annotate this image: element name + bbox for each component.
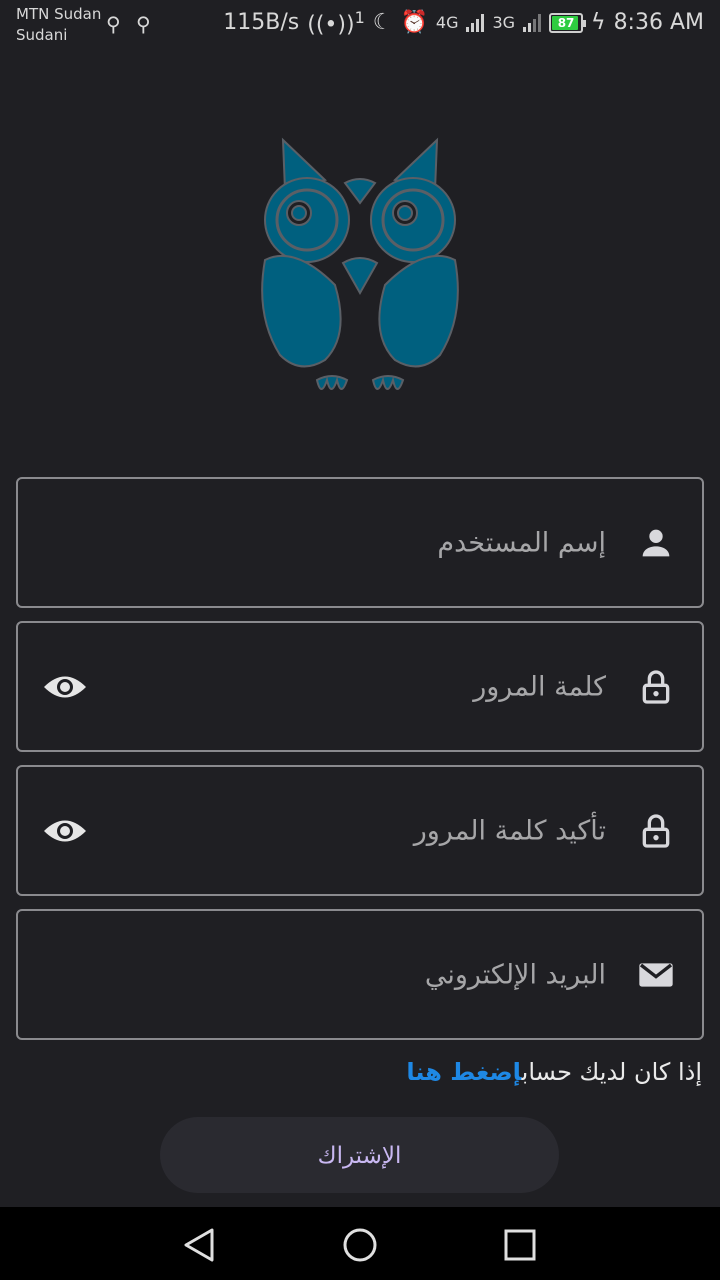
navigation-bar [0, 1207, 720, 1280]
battery-level: 87 [557, 15, 575, 30]
carrier-line-1: MTN Sudan [16, 5, 102, 23]
network-type-4g: 4G [435, 13, 459, 33]
charging-icon: ϟ [591, 10, 606, 36]
do-not-disturb-icon: ☾ [372, 10, 393, 36]
lock-icon [642, 813, 670, 848]
email-placeholder: البريد الإلكتروني [424, 959, 606, 990]
carrier-name: MTN Sudan Sudani [16, 4, 101, 46]
hotspot-icon: ((•))1 [307, 8, 365, 38]
home-icon[interactable] [340, 1225, 380, 1265]
have-account-text: إذا كان لديك حساب [521, 1058, 702, 1086]
lock-icon [642, 669, 670, 704]
network-type-3g: 3G [492, 13, 516, 33]
usb-icon: ⚲ [136, 12, 151, 36]
battery-icon: 87 [549, 12, 587, 33]
eye-icon[interactable] [42, 816, 88, 846]
login-link[interactable]: إضغط هنا [406, 1058, 521, 1086]
back-icon[interactable] [180, 1225, 220, 1265]
clock: 8:36 AM [613, 10, 704, 36]
network-speed: 115B/s [223, 10, 300, 36]
carrier-line-2: Sudani [16, 26, 68, 44]
password-field[interactable]: كلمة المرور [16, 621, 704, 752]
confirm-password-field[interactable]: تأكيد كلمة المرور [16, 765, 704, 896]
status-indicators: 115B/s ((•))1 ☾ ⏰ 4G 3G 87 ϟ 8:36 AM [223, 8, 704, 37]
mail-icon [639, 962, 673, 987]
alarm-icon: ⏰ [400, 10, 428, 36]
signup-screen: MTN Sudan Sudani ⚲ ⚲ 115B/s ((•))1 ☾ ⏰ 4… [0, 0, 720, 1280]
status-bar: MTN Sudan Sudani ⚲ ⚲ 115B/s ((•))1 ☾ ⏰ 4… [0, 0, 720, 50]
confirm-password-placeholder: تأكيد كلمة المرور [413, 815, 606, 846]
email-field[interactable]: البريد الإلكتروني [16, 909, 704, 1040]
login-prompt: إذا كان لديك حسابإضغط هنا [406, 1058, 702, 1086]
recents-icon[interactable] [500, 1225, 540, 1265]
eye-icon[interactable] [42, 672, 88, 702]
password-placeholder: كلمة المرور [473, 671, 606, 702]
person-icon [642, 529, 670, 556]
owl-logo [261, 137, 459, 390]
usb-icon: ⚲ [106, 12, 121, 36]
username-placeholder: إسم المستخدم [437, 527, 606, 558]
signal-icon [466, 13, 485, 32]
signup-button[interactable]: الإشتراك [160, 1117, 559, 1193]
username-field[interactable]: إسم المستخدم [16, 477, 704, 608]
hotspot-count: 1 [354, 8, 365, 27]
signal-icon [523, 13, 542, 32]
